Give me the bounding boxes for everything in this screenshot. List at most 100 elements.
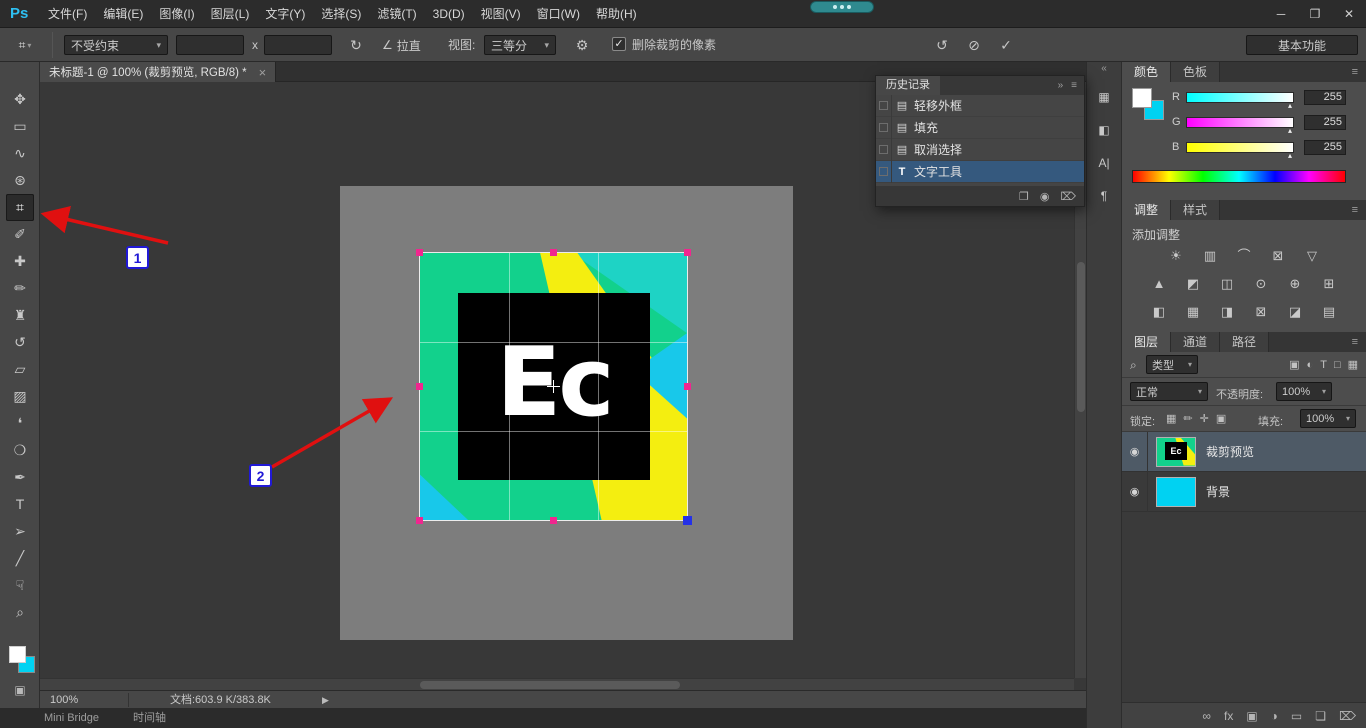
rectangular-marquee-tool[interactable]: ▭ — [6, 113, 34, 140]
cancel-crop-icon[interactable]: ⊘ — [962, 33, 986, 57]
document-tab[interactable]: 未标题-1 @ 100% (裁剪预览, RGB/8) * × — [40, 62, 277, 82]
gradient-tool[interactable]: ▨ — [6, 383, 34, 410]
levels-icon[interactable]: ▥ — [1198, 246, 1222, 266]
filter-type-layers-icon[interactable]: T — [1320, 359, 1327, 371]
lock-position-icon[interactable]: ✛ — [1200, 412, 1209, 425]
eraser-tool[interactable]: ▱ — [6, 356, 34, 383]
zoom-tool[interactable]: ⌕ — [6, 599, 34, 626]
menu-help[interactable]: 帮助(H) — [588, 0, 645, 28]
paragraph-panel-icon[interactable]: ¶ — [1091, 184, 1117, 208]
filter-shape-layers-icon[interactable]: □ — [1334, 359, 1341, 371]
color-lookup-icon[interactable]: ⊞ — [1317, 274, 1341, 294]
horizontal-scrollbar[interactable] — [40, 678, 1074, 690]
history-state-row[interactable]: ▤ 填充 — [876, 116, 1084, 139]
menu-window[interactable]: 窗口(W) — [529, 0, 588, 28]
crop-handle-bottom-right[interactable] — [683, 516, 692, 525]
black-white-icon[interactable]: ◫ — [1215, 274, 1239, 294]
history-state-row-selected[interactable]: T 文字工具 — [876, 160, 1084, 183]
tab-swatches[interactable]: 色板 — [1171, 62, 1221, 82]
photo-filter-icon[interactable]: ⊙ — [1249, 274, 1273, 294]
threshold-icon[interactable]: ◨ — [1215, 302, 1239, 322]
color-spectrum-ramp[interactable] — [1132, 170, 1346, 183]
panel-menu-icon[interactable]: ≡ — [1352, 62, 1366, 82]
history-panel-title[interactable]: 历史记录 — [876, 76, 940, 95]
posterize-icon[interactable]: ▦ — [1181, 302, 1205, 322]
layer-style-icon[interactable]: fx — [1224, 709, 1233, 723]
set-source-checkbox[interactable] — [876, 160, 892, 183]
new-layer-icon[interactable]: ❏ — [1315, 709, 1326, 723]
tab-timeline[interactable]: 时间轴 — [133, 708, 166, 728]
swap-dimensions-icon[interactable]: ↻ — [344, 33, 368, 57]
menu-3d[interactable]: 3D(D) — [425, 0, 473, 28]
type-tool[interactable]: T — [6, 491, 34, 518]
visibility-eye-icon[interactable]: ◉ — [1122, 471, 1148, 512]
lock-all-icon[interactable]: ▣ — [1216, 412, 1226, 425]
vibrance-icon[interactable]: ▽ — [1300, 246, 1324, 266]
blue-slider[interactable] — [1186, 142, 1294, 153]
history-state-row[interactable]: ▤ 取消选择 — [876, 138, 1084, 161]
crop-handle-bottom-center[interactable] — [550, 517, 557, 524]
panel-menu-icon[interactable]: ≡ — [1352, 332, 1366, 352]
slider-handle-icon[interactable]: ▴ — [1288, 126, 1292, 135]
menu-view[interactable]: 视图(V) — [473, 0, 529, 28]
tab-layers[interactable]: 图层 — [1122, 332, 1172, 352]
exposure-icon[interactable]: ⊠ — [1266, 246, 1290, 266]
quick-selection-tool[interactable]: ⊛ — [6, 167, 34, 194]
minimize-button[interactable]: ─ — [1264, 0, 1298, 28]
layer-name[interactable]: 背景 — [1206, 483, 1230, 500]
brush-tool[interactable]: ✏ — [6, 275, 34, 302]
color-balance-icon[interactable]: ◩ — [1181, 274, 1205, 294]
blend-mode-select[interactable]: 正常 ▾ — [1130, 382, 1208, 401]
new-snapshot-icon[interactable]: ◉ — [1040, 190, 1050, 203]
tab-mini-bridge[interactable]: Mini Bridge — [44, 708, 99, 728]
eyedropper-tool[interactable]: ✐ — [6, 221, 34, 248]
crop-handle-top-right[interactable] — [684, 249, 691, 256]
history-brush-tool[interactable]: ↺ — [6, 329, 34, 356]
scrollbar-thumb[interactable] — [420, 681, 680, 689]
crop-handle-middle-right[interactable] — [684, 383, 691, 390]
set-source-checkbox[interactable] — [876, 138, 892, 161]
reset-crop-icon[interactable]: ↺ — [930, 33, 954, 57]
layer-row-background[interactable]: ◉ 背景 — [1122, 471, 1366, 512]
menu-file[interactable]: 文件(F) — [40, 0, 95, 28]
adjustment-icon[interactable]: ▤ — [1317, 302, 1341, 322]
red-value-input[interactable]: 255 — [1304, 90, 1346, 105]
tool-preset-picker[interactable]: ⌗ ▾ — [6, 33, 44, 57]
properties-panel-icon[interactable]: ◧ — [1091, 118, 1117, 142]
crop-tool[interactable]: ⌗ — [6, 194, 34, 221]
curves-icon[interactable]: ⌒ — [1232, 246, 1256, 266]
blur-tool[interactable]: ❛ — [6, 410, 34, 437]
lock-pixels-icon[interactable]: ✏ — [1183, 412, 1192, 425]
lock-transparency-icon[interactable]: ▦ — [1166, 412, 1176, 425]
layer-row-crop-preview[interactable]: ◉ Ec 裁剪预览 — [1122, 431, 1366, 472]
channel-mixer-icon[interactable]: ⊕ — [1283, 274, 1307, 294]
foreground-color-swatch[interactable] — [1132, 88, 1152, 108]
clone-stamp-tool[interactable]: ♜ — [6, 302, 34, 329]
link-layers-icon[interactable]: ∞ — [1202, 709, 1211, 723]
commit-crop-icon[interactable]: ✓ — [994, 33, 1018, 57]
healing-brush-tool[interactable]: ✚ — [6, 248, 34, 275]
tab-styles[interactable]: 样式 — [1171, 200, 1221, 220]
slider-handle-icon[interactable]: ▴ — [1288, 151, 1292, 160]
blue-value-input[interactable]: 255 — [1304, 140, 1346, 155]
selective-color-icon[interactable]: ◪ — [1283, 302, 1307, 322]
tab-paths[interactable]: 路径 — [1220, 332, 1270, 352]
invert-icon[interactable]: ◧ — [1147, 302, 1171, 322]
zoom-level-input[interactable]: 100% — [50, 691, 78, 709]
restore-button[interactable]: ❐ — [1298, 0, 1332, 28]
close-button[interactable]: ✕ — [1332, 0, 1366, 28]
layer-name[interactable]: 裁剪预览 — [1206, 443, 1254, 460]
layer-thumbnail[interactable]: Ec — [1156, 436, 1196, 467]
tab-close-icon[interactable]: × — [259, 65, 267, 80]
menu-filter[interactable]: 滤镜(T) — [369, 0, 424, 28]
tab-channels[interactable]: 通道 — [1171, 332, 1221, 352]
red-slider[interactable] — [1186, 92, 1294, 103]
filter-smart-objects-icon[interactable]: ▦ — [1348, 358, 1358, 371]
delete-cropped-pixels-checkbox[interactable]: ✓ — [612, 37, 626, 51]
delete-state-icon[interactable]: ⌦ — [1060, 190, 1076, 203]
filter-adjustment-layers-icon[interactable]: ◐ — [1307, 359, 1314, 371]
menu-layer[interactable]: 图层(L) — [203, 0, 258, 28]
crop-ratio-select[interactable]: 不受约束 ▾ — [64, 35, 168, 55]
path-selection-tool[interactable]: ➢ — [6, 518, 34, 545]
crop-handle-top-center[interactable] — [550, 249, 557, 256]
